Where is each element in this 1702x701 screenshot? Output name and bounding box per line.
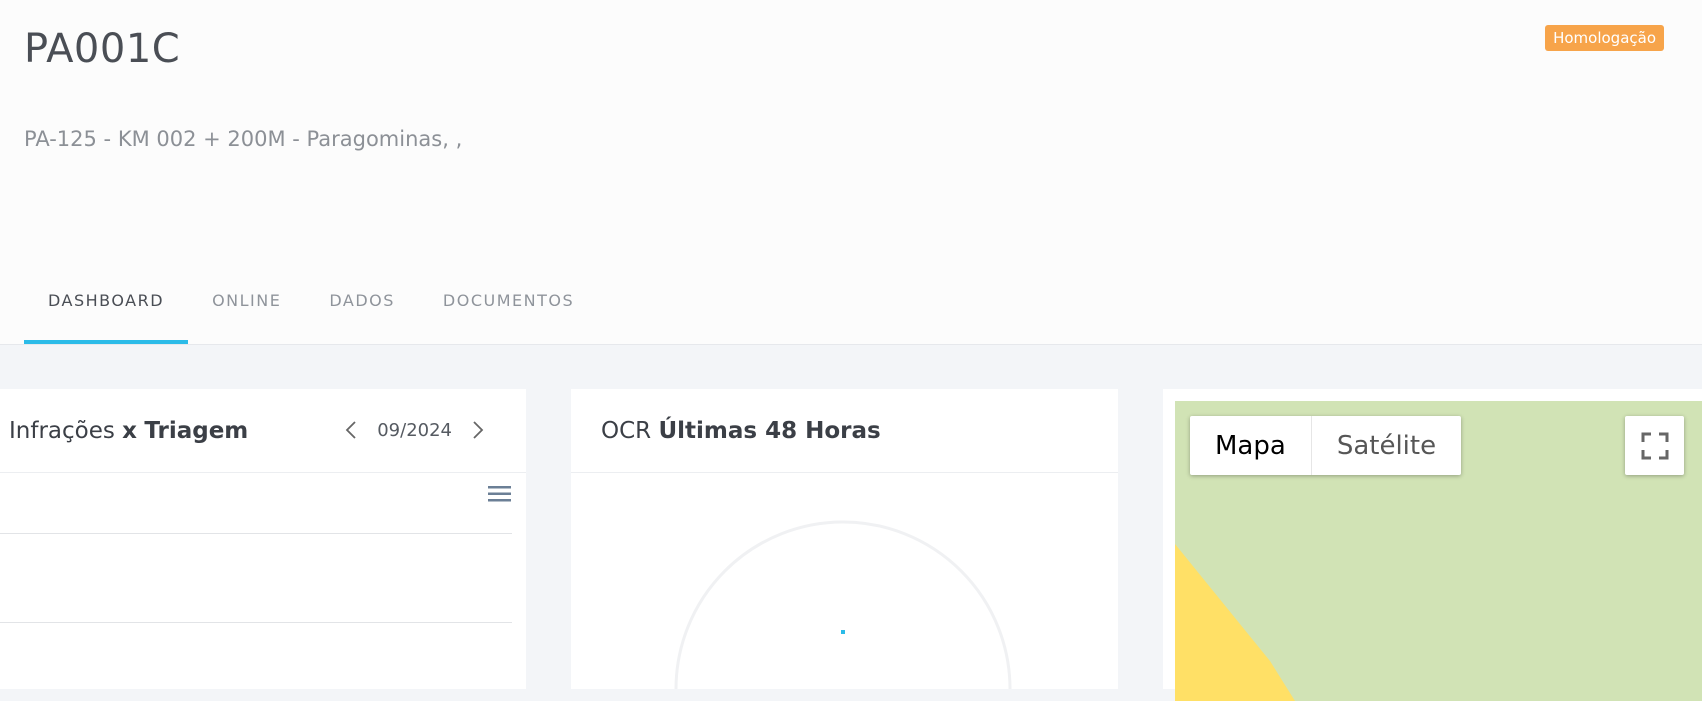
card-title-connector: x — [122, 417, 138, 444]
gauge-marker — [841, 630, 845, 634]
environment-badge: Homologação — [1545, 25, 1664, 51]
fullscreen-icon[interactable] — [1625, 416, 1684, 475]
tab-bar: DASHBOARD ONLINE DADOS DOCUMENTOS — [24, 260, 598, 344]
gauge-track — [674, 520, 1012, 690]
infracoes-triagem-card: Infrações x Triagem 09/2024 — [0, 389, 526, 689]
hamburger-menu-icon[interactable] — [487, 483, 513, 505]
tab-dados[interactable]: DADOS — [305, 260, 419, 344]
page-header: PA001C Homologação PA-125 - KM 002 + 200… — [0, 0, 1702, 345]
card-title-bold: Últimas 48 Horas — [658, 417, 881, 444]
tab-dashboard[interactable]: DASHBOARD — [24, 260, 189, 344]
chart-gridline — [0, 533, 512, 534]
chevron-right-icon[interactable] — [466, 415, 490, 445]
page-title: PA001C — [24, 26, 181, 72]
month-label: 09/2024 — [377, 419, 452, 441]
ocr-gauge — [674, 520, 1012, 690]
location-subtitle: PA-125 - KM 002 + 200M - Paragominas, , — [24, 127, 463, 151]
tab-documentos[interactable]: DOCUMENTOS — [419, 260, 598, 344]
card-title-regular: OCR — [601, 417, 652, 444]
map-card: Mapa Satélite — [1163, 389, 1702, 701]
map-type-mapa-button[interactable]: Mapa — [1190, 416, 1311, 475]
map-type-control: Mapa Satélite — [1190, 416, 1462, 475]
ocr-card: OCR Últimas 48 Horas — [571, 389, 1118, 690]
map-canvas[interactable]: Mapa Satélite — [1175, 401, 1702, 701]
tab-online[interactable]: ONLINE — [188, 260, 305, 344]
chevron-left-icon[interactable] — [339, 415, 363, 445]
card-title-bold: Triagem — [144, 417, 249, 444]
chart-gridline — [0, 622, 512, 623]
map-type-satelite-button[interactable]: Satélite — [1310, 416, 1461, 475]
card-title: OCR Últimas 48 Horas — [571, 389, 1118, 473]
month-navigator: 09/2024 — [339, 415, 490, 445]
card-title-regular: Infrações — [9, 417, 115, 444]
